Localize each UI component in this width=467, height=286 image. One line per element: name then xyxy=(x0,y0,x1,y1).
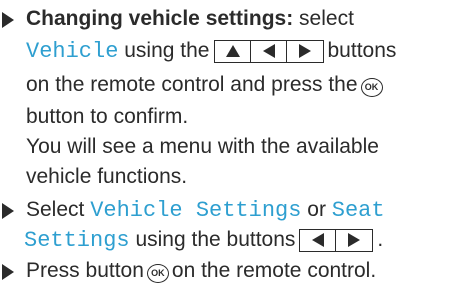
step-1-text-7: vehicle functions. xyxy=(26,165,188,188)
step-1-line-2: Vehicle using the buttons xyxy=(26,36,396,67)
up-arrow-icon xyxy=(225,45,240,57)
period: . xyxy=(377,228,384,251)
right-arrow-icon xyxy=(348,233,361,247)
step-2-text-2: or xyxy=(301,198,332,221)
step-3-text-2: on the remote control. xyxy=(171,259,377,282)
step-1-line-1: Changing vehicle settings: select xyxy=(26,4,354,34)
step-2-text-3: using the buttons xyxy=(129,228,296,251)
step-1-highlight-vehicle: Vehicle xyxy=(26,39,119,64)
step-1-text-6: You will see a menu with the available xyxy=(26,135,379,158)
right-arrow-icon xyxy=(298,44,311,58)
left-arrow-button xyxy=(251,41,287,62)
step-2-highlight-seat: Seat xyxy=(331,198,385,223)
left-arrow-button xyxy=(300,230,337,251)
step-1-text-5: button to confirm. xyxy=(26,105,189,128)
step-1-line-5: You will see a menu with the available xyxy=(26,132,379,162)
step-3-line-1: Press button OK on the remote control. xyxy=(26,256,376,286)
bullet-triangle-icon xyxy=(2,203,14,219)
bullet-triangle-icon xyxy=(2,12,14,28)
step-1-text-2: using the xyxy=(118,39,210,62)
step-3-text-1: Press button xyxy=(26,259,144,282)
step-2-line-1: Select Vehicle Settings or Seat xyxy=(26,195,385,226)
right-arrow-button xyxy=(287,41,323,62)
ok-button-icon: OK xyxy=(360,78,383,97)
step-1-text-1: select xyxy=(293,7,354,30)
step-2-highlight-settings: Settings xyxy=(24,228,130,253)
step-1-title: Changing vehicle settings: xyxy=(26,7,294,30)
step-1-line-6: vehicle functions. xyxy=(26,162,187,192)
left-arrow-icon xyxy=(262,44,275,58)
step-1-button-group xyxy=(213,40,324,63)
step-2-line-2: Settings using the buttons. xyxy=(24,225,383,256)
step-2-text-1: Select xyxy=(26,198,91,221)
instruction-document: Changing vehicle settings: select Vehicl… xyxy=(0,0,467,286)
ok-button-icon: OK xyxy=(146,264,169,283)
bullet-triangle-icon xyxy=(2,264,14,280)
right-arrow-button xyxy=(336,230,372,251)
up-arrow-button xyxy=(215,41,251,62)
step-2-button-group xyxy=(299,229,374,252)
left-arrow-icon xyxy=(312,233,325,247)
step-1-text-4: on the remote control and press the xyxy=(26,73,358,96)
step-2-highlight-vehicle-settings: Vehicle Settings xyxy=(90,198,302,223)
step-1-line-4: button to confirm. xyxy=(26,102,188,132)
step-1-line-3: on the remote control and press the OK xyxy=(26,70,386,100)
step-1-text-3: buttons xyxy=(327,39,397,62)
